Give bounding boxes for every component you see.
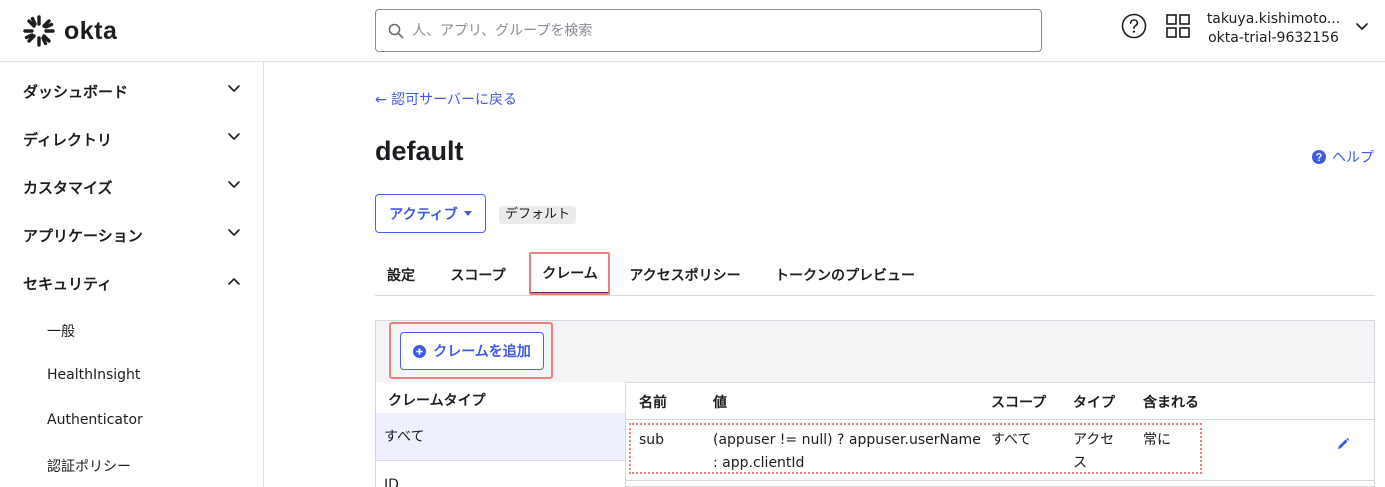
sidebar-subitem-general[interactable]: 一般 <box>47 321 75 341</box>
sidebar-item-label: セキュリティ <box>23 274 113 293</box>
user-name: takuya.kishimoto... <box>1206 11 1341 27</box>
chevron-down-icon <box>228 85 240 92</box>
tab-claims[interactable]: クレーム <box>531 254 609 295</box>
global-search[interactable] <box>375 9 1042 52</box>
okta-sunburst-icon <box>23 15 55 47</box>
claim-value-line1: (appuser != null) ? appuser.userName <box>713 432 981 448</box>
claim-included: 常に <box>1143 432 1171 448</box>
sidebar: ダッシュボード ディレクトリ カスタマイズ アプリケーション セキュリティ 一般… <box>0 62 264 487</box>
org-name: okta-trial-9632156 <box>1208 30 1339 46</box>
sidebar-item-security[interactable]: セキュリティ <box>0 263 263 303</box>
chevron-down-icon <box>228 181 240 188</box>
sidebar-item-label: アプリケーション <box>23 226 143 245</box>
sidebar-item-applications[interactable]: アプリケーション <box>0 215 263 255</box>
top-header: okta takuya.kishimoto... okta-trial-9632… <box>0 0 1385 62</box>
column-value: 値 <box>713 395 727 411</box>
search-input[interactable] <box>412 22 1012 39</box>
tab-settings[interactable]: 設定 <box>375 254 427 295</box>
sidebar-subitem-healthinsight[interactable]: HealthInsight <box>47 367 140 383</box>
chevron-up-icon <box>228 278 240 285</box>
column-scope: スコープ <box>991 395 1047 411</box>
chevron-down-icon[interactable] <box>1355 22 1369 32</box>
app-grid-icon[interactable] <box>1165 13 1191 39</box>
column-name: 名前 <box>639 395 667 411</box>
add-circle-icon <box>413 344 427 358</box>
chevron-down-icon <box>228 133 240 140</box>
claim-type-all[interactable]: すべて <box>376 413 625 461</box>
claims-table-header: 名前 値 スコープ タイプ 含まれる <box>626 382 1374 420</box>
chevron-down-icon <box>228 229 240 236</box>
okta-logo[interactable]: okta <box>22 14 117 48</box>
claim-value: (appuser != null) ? appuser.userName : a… <box>713 429 981 475</box>
status-dropdown-button[interactable]: アクティブ <box>375 194 486 233</box>
sidebar-item-label: カスタマイズ <box>23 178 113 197</box>
help-link[interactable]: ヘルプ <box>1312 147 1374 167</box>
add-claim-button[interactable]: クレームを追加 <box>400 332 544 370</box>
claim-type-filter: クレームタイプ すべて ID <box>376 382 626 487</box>
help-link-label: ヘルプ <box>1332 150 1374 166</box>
add-claim-label: クレームを追加 <box>433 344 531 360</box>
claim-type-line1: アクセ <box>1073 432 1115 448</box>
page-title: default <box>375 136 464 166</box>
help-circle-icon <box>1312 150 1326 164</box>
claim-type-id[interactable]: ID <box>384 477 399 487</box>
tab-access-policies[interactable]: アクセスポリシー <box>621 254 749 295</box>
column-included: 含まれる <box>1143 395 1199 411</box>
column-type: タイプ <box>1073 395 1115 411</box>
user-menu[interactable]: takuya.kishimoto... okta-trial-9632156 <box>1206 10 1341 48</box>
sidebar-item-customize[interactable]: カスタマイズ <box>0 167 263 207</box>
search-icon <box>388 23 404 38</box>
table-row: sub (appuser != null) ? appuser.userName… <box>626 421 1374 481</box>
claim-type: アクセ ス <box>1073 429 1114 475</box>
caret-down-icon <box>463 210 472 216</box>
help-icon[interactable] <box>1121 13 1147 39</box>
sidebar-subitem-auth-policies[interactable]: 認証ポリシー <box>47 456 131 476</box>
logo-text: okta <box>64 16 118 45</box>
status-label: アクティブ <box>389 206 458 223</box>
claim-type-line2: ス <box>1073 455 1087 471</box>
tab-token-preview[interactable]: トークンのプレビュー <box>771 254 919 295</box>
claim-name: sub <box>639 432 665 448</box>
default-badge: デフォルト <box>499 206 577 224</box>
sidebar-item-dashboard[interactable]: ダッシュボード <box>0 71 263 111</box>
claim-type-header: クレームタイプ <box>388 393 486 409</box>
sidebar-subitem-authenticator[interactable]: Authenticator <box>47 412 143 428</box>
sidebar-item-directory[interactable]: ディレクトリ <box>0 119 263 159</box>
claim-scope: すべて <box>991 432 1032 448</box>
sidebar-item-label: ダッシュボード <box>23 82 129 101</box>
tab-bar: 設定 スコープ クレーム アクセスポリシー トークンのプレビュー <box>375 254 1375 296</box>
tab-scopes[interactable]: スコープ <box>439 254 517 295</box>
claim-value-line2: : app.clientId <box>713 455 805 471</box>
sidebar-item-label: ディレクトリ <box>23 130 112 149</box>
back-to-auth-servers-link[interactable]: ← 認可サーバーに戻る <box>375 89 517 109</box>
pencil-edit-icon[interactable] <box>1336 437 1350 451</box>
